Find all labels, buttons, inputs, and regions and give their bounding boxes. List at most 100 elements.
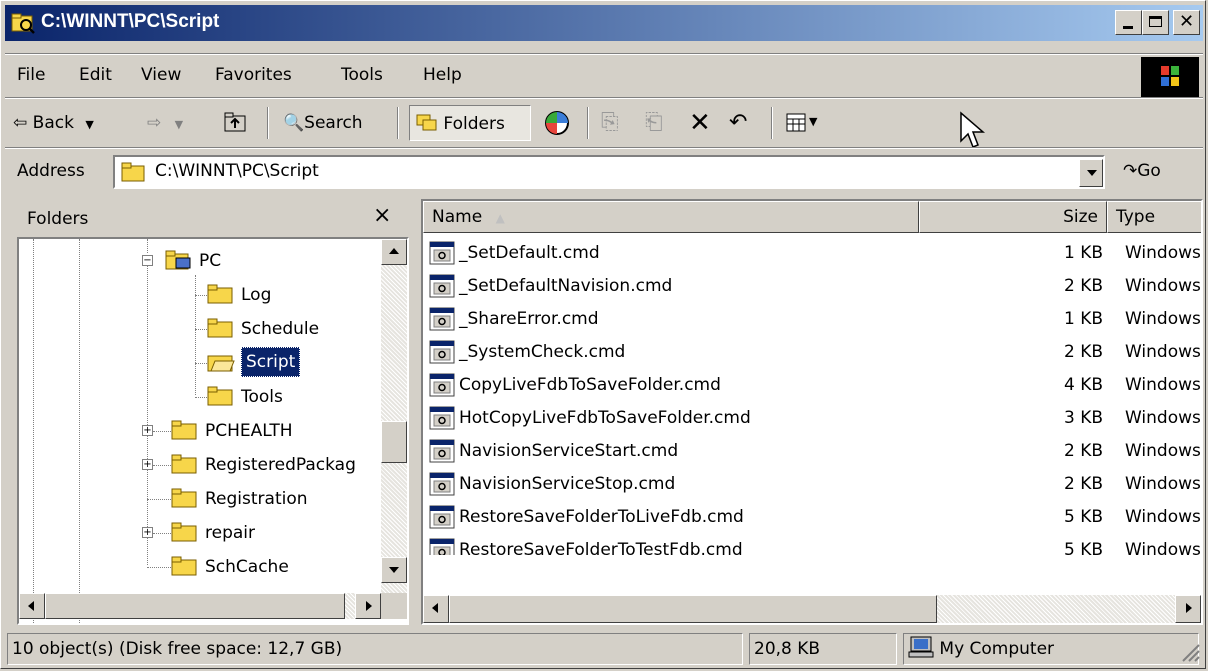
tree-expand-pchealth[interactable]: + [142, 425, 153, 436]
back-button[interactable]: ⇦ Back ▼ [13, 105, 94, 141]
file-type: Windows [1125, 309, 1201, 329]
file-type: Windows [1125, 474, 1201, 494]
close-button[interactable]: ✕ [1173, 10, 1200, 35]
folders-icon [416, 114, 437, 131]
file-row[interactable]: HotCopyLiveFdbToSaveFolder.cmd 3 KB Window… [423, 402, 1201, 435]
arrow-left-icon [28, 601, 34, 611]
folder-icon [171, 420, 197, 440]
folder-icon [207, 386, 233, 406]
forward-dropdown-icon: ▼ [174, 118, 184, 131]
tree-item-log[interactable]: Log [241, 281, 271, 309]
back-dropdown-icon[interactable]: ▼ [85, 118, 93, 131]
explorer-window: C:\WINNT\PC\Script ✕ File Edit View Favo… [0, 0, 1206, 669]
views-button[interactable]: ▼ [785, 111, 817, 135]
tree-item-registeredpackages[interactable]: RegisteredPackag [205, 451, 356, 479]
menu-view[interactable]: View [141, 65, 181, 85]
cmd-file-icon [429, 241, 455, 265]
copy-to-icon: ⎗ [645, 110, 663, 135]
address-dropdown-button[interactable] [1079, 159, 1103, 187]
tree-collapse-pc[interactable]: − [142, 255, 153, 266]
menu-help[interactable]: Help [423, 65, 462, 85]
tree-vertical-scrollbar[interactable] [381, 239, 407, 593]
maximize-button[interactable] [1142, 10, 1169, 35]
list-scroll-right-button[interactable] [1175, 595, 1201, 623]
status-zone-label: My Computer [939, 639, 1055, 659]
address-input[interactable]: C:\WINNT\PC\Script [113, 155, 1105, 189]
tree-expand-repair[interactable]: + [142, 527, 153, 538]
go-button[interactable]: ↷Go [1123, 161, 1161, 181]
file-row[interactable]: NavisionServiceStop.cmd 2 KB Windows [423, 468, 1201, 501]
tree-scroll-left-button[interactable] [19, 593, 45, 619]
file-type: Windows [1125, 540, 1201, 555]
tree-item-pchealth[interactable]: PCHEALTH [205, 417, 293, 445]
tree-item-tools[interactable]: Tools [241, 383, 283, 411]
back-arrow-icon: ⇦ [13, 113, 28, 133]
column-header-size[interactable]: Size [919, 201, 1107, 233]
file-size: 2 KB [1063, 276, 1103, 296]
forward-button[interactable]: ⇨ ▼ [147, 105, 183, 141]
list-scroll-left-button[interactable] [423, 595, 449, 623]
tree-item-registration[interactable]: Registration [205, 485, 308, 513]
scroll-corner [381, 593, 407, 619]
tree-scroll-up-button[interactable] [381, 239, 407, 265]
arrow-right-icon [1186, 603, 1192, 613]
search-button[interactable]: 🔍Search [283, 105, 363, 141]
minimize-button[interactable] [1115, 10, 1142, 35]
folders-pane-title: Folders [27, 209, 89, 229]
forward-arrow-icon: ⇨ [147, 113, 162, 133]
up-folder-button[interactable] [223, 111, 249, 135]
sort-ascending-icon: ▲ [495, 211, 505, 225]
file-row[interactable]: _ShareError.cmd 1 KB Windows [423, 303, 1201, 336]
cmd-file-icon [429, 538, 455, 555]
list-hscroll-thumb[interactable] [449, 595, 937, 623]
title-bar[interactable]: C:\WINNT\PC\Script ✕ [5, 5, 1203, 41]
file-row[interactable]: CopyLiveFdbToSaveFolder.cmd 4 KB Windows [423, 369, 1201, 402]
file-rows: _SetDefault.cmd 1 KB Windows _SetDefaultNav… [423, 237, 1201, 555]
up-folder-icon [224, 112, 246, 132]
tree-scroll-thumb[interactable] [381, 421, 407, 463]
tree-item-pc[interactable]: PC [199, 247, 221, 275]
column-header-name[interactable]: Name ▲ [423, 201, 919, 233]
undo-button[interactable]: ↶ [729, 105, 747, 141]
delete-button[interactable]: ✕ [689, 105, 711, 141]
file-size: 3 KB [1063, 408, 1103, 428]
tree-item-script[interactable]: Script [241, 347, 301, 377]
file-size: 5 KB [1063, 507, 1103, 527]
resize-grip-icon[interactable] [1177, 639, 1201, 663]
file-row[interactable]: _SetDefault.cmd 1 KB Windows [423, 237, 1201, 270]
file-row[interactable]: NavisionServiceStart.cmd 2 KB Windows [423, 435, 1201, 468]
cmd-file-icon [429, 406, 455, 430]
tree-expand-registeredpackages[interactable]: + [142, 459, 153, 470]
folders-button[interactable]: Folders [409, 105, 531, 141]
status-bar: 10 object(s) (Disk free space: 12,7 GB) … [5, 629, 1203, 667]
file-row[interactable]: RestoreSaveFolderToTestFdb.cmd 5 KB Window… [423, 534, 1201, 555]
tree-scroll-down-button[interactable] [381, 557, 407, 583]
file-row[interactable]: _SystemCheck.cmd 2 KB Windows [423, 336, 1201, 369]
file-row[interactable]: RestoreSaveFolderToLiveFdb.cmd 5 KB Window… [423, 501, 1201, 534]
folders-pane-close-icon[interactable]: × [373, 203, 391, 228]
menu-edit[interactable]: Edit [79, 65, 112, 85]
folders-label: Folders [443, 114, 505, 134]
tree-item-schedule[interactable]: Schedule [241, 315, 319, 343]
go-label: Go [1137, 161, 1161, 181]
tree-hscroll-thumb[interactable] [45, 593, 345, 619]
tree-scroll-right-button[interactable] [355, 593, 381, 619]
tree-item-repair[interactable]: repair [205, 519, 255, 547]
move-to-button[interactable]: ⎘ [601, 105, 619, 141]
column-header-type[interactable]: Type [1107, 201, 1201, 233]
menu-favorites[interactable]: Favorites [215, 65, 292, 85]
folder-icon [207, 284, 233, 304]
status-zone: My Computer [903, 633, 1199, 665]
cmd-file-icon [429, 472, 455, 496]
delete-x-icon: ✕ [689, 108, 711, 138]
address-bar: Address C:\WINNT\PC\Script ↷Go [5, 151, 1203, 195]
folder-tree: − PC Log Schedule Script Tools + PCHEALT… [17, 237, 409, 625]
history-button[interactable] [543, 109, 571, 145]
tree-item-schcache[interactable]: SchCache [205, 553, 289, 581]
file-size: 2 KB [1063, 342, 1103, 362]
menu-tools[interactable]: Tools [341, 65, 383, 85]
copy-to-button[interactable]: ⎗ [645, 105, 663, 141]
file-row[interactable]: _SetDefaultNavision.cmd 2 KB Windows [423, 270, 1201, 303]
search-icon: 🔍 [283, 113, 305, 133]
menu-file[interactable]: File [17, 65, 45, 85]
